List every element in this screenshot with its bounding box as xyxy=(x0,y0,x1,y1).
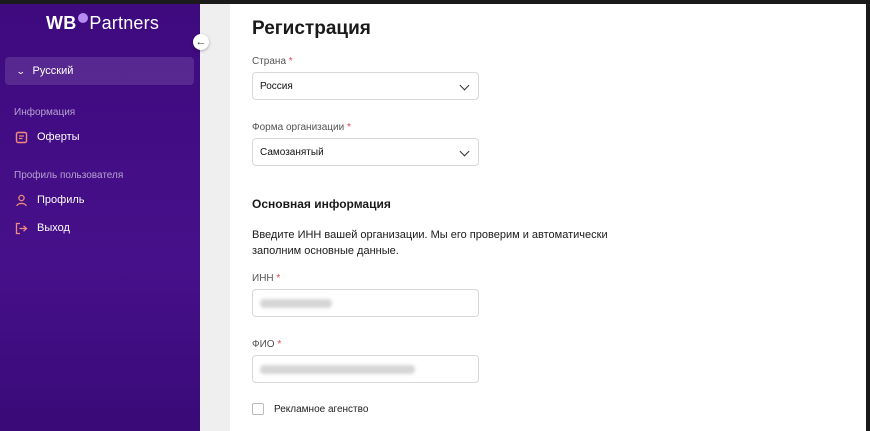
logo[interactable]: WB Partners xyxy=(46,12,160,34)
agency-checkbox-label: Рекламное агенство xyxy=(274,403,369,415)
chevron-down-icon xyxy=(459,80,470,91)
sidebar-item-label: Оферты xyxy=(37,131,80,143)
blurred-value xyxy=(260,298,332,308)
language-label: Русский xyxy=(32,65,74,77)
org-form-value: Самозанятый xyxy=(260,146,324,158)
registration-form: Регистрация Страна * Россия Форма органи… xyxy=(230,4,866,431)
fio-label: ФИО * xyxy=(252,339,282,350)
user-icon xyxy=(14,193,28,207)
sidebar-item-label: Профиль xyxy=(37,194,85,206)
main-info-description: Введите ИНН вашей организации. Мы его пр… xyxy=(252,229,608,257)
logo-partners: Partners xyxy=(89,13,160,33)
country-label: Страна * xyxy=(252,56,293,67)
logo-wb: WB xyxy=(46,13,77,33)
inn-input[interactable] xyxy=(252,289,479,317)
logout-icon xyxy=(14,221,28,235)
org-form-select[interactable]: Самозанятый xyxy=(252,138,479,166)
sidebar-item-logout[interactable]: Выход xyxy=(14,221,70,235)
org-form-label: Форма организации * xyxy=(252,122,351,133)
logo-dot xyxy=(78,12,89,23)
country-select[interactable]: Россия xyxy=(252,72,479,100)
main-info-heading: Основная информация xyxy=(252,197,391,211)
app-window: WB Partners ⌄ Русский Информация Оферты … xyxy=(0,4,866,431)
agency-checkbox[interactable] xyxy=(252,403,264,415)
section-label-info: Информация xyxy=(14,107,76,118)
collapse-sidebar-button[interactable]: ← xyxy=(193,34,209,50)
sidebar-item-profile[interactable]: Профиль xyxy=(14,193,85,207)
agency-checkbox-row[interactable]: Рекламное агенство xyxy=(252,403,368,415)
section-label-profile: Профиль пользователя xyxy=(14,170,124,181)
page-title: Регистрация xyxy=(252,18,371,39)
sidebar: WB Partners ⌄ Русский Информация Оферты … xyxy=(0,4,209,431)
inn-label: ИНН * xyxy=(252,273,281,284)
sidebar-item-offers[interactable]: Оферты xyxy=(14,130,80,144)
arrow-left-icon: ← xyxy=(195,36,207,48)
language-selector[interactable]: ⌄ Русский xyxy=(5,57,194,85)
document-icon xyxy=(14,130,28,144)
chevron-down-icon: ⌄ xyxy=(15,65,26,76)
fio-input[interactable] xyxy=(252,355,479,383)
country-value: Россия xyxy=(260,80,293,92)
sidebar-item-label: Выход xyxy=(37,222,70,234)
blurred-value xyxy=(260,364,415,374)
chevron-down-icon xyxy=(459,146,470,157)
